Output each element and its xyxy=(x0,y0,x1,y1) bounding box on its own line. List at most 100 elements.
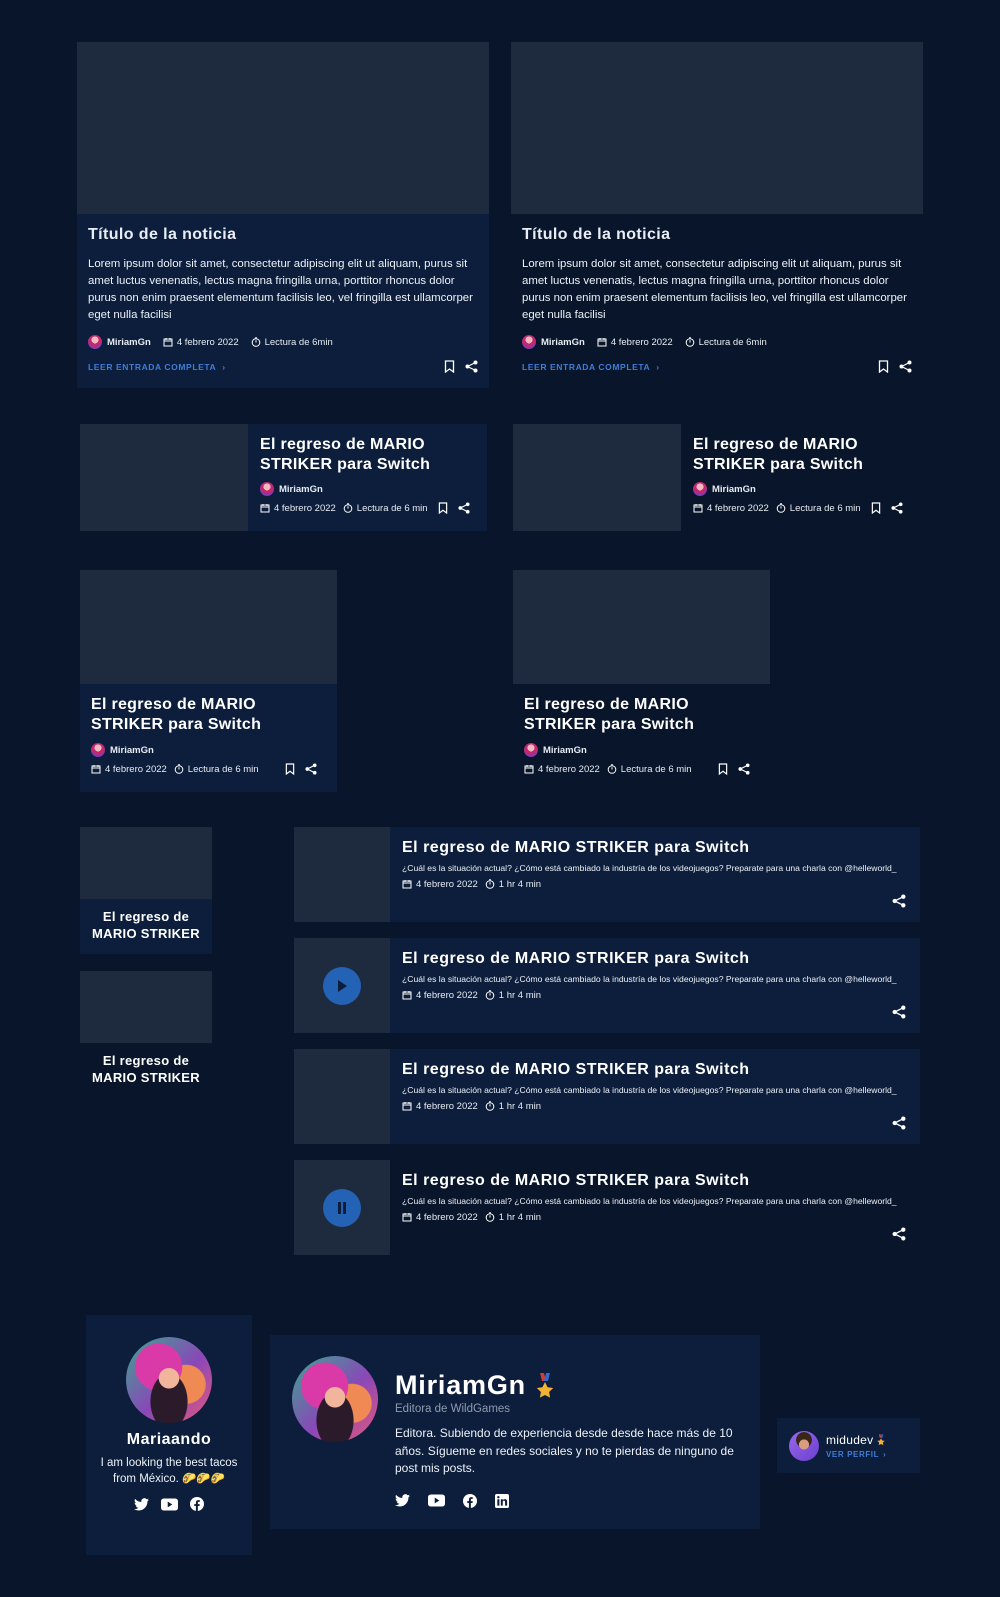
twitter-icon[interactable] xyxy=(395,1494,410,1507)
author-name[interactable]: MiriamGn xyxy=(712,484,756,495)
author-avatar xyxy=(260,482,274,496)
profile-name: Mariaando xyxy=(126,1431,212,1448)
author-name[interactable]: MiriamGn xyxy=(279,484,323,495)
profile-card-small[interactable]: Mariaando I am looking the best tacos fr… xyxy=(86,1315,252,1555)
share-icon[interactable] xyxy=(892,1227,906,1241)
horizontal-card-1[interactable]: El regreso de MARIO STRIKER para Switch … xyxy=(80,424,487,531)
calendar-icon xyxy=(402,1212,412,1222)
avatar xyxy=(789,1430,819,1461)
chevron-right-icon: › xyxy=(883,1449,887,1459)
medal-icon xyxy=(536,1372,554,1399)
calendar-icon xyxy=(260,503,270,513)
row-description: ¿Cuál es la situación actual? ¿Cómo está… xyxy=(402,863,897,873)
podcast-row-2[interactable]: El regreso de MARIO STRIKER para Switch … xyxy=(294,938,920,1033)
author-avatar xyxy=(522,335,536,349)
horizontal-card-2[interactable]: El regreso de MARIO STRIKER para Switch … xyxy=(513,424,920,531)
row-description: ¿Cuál es la situación actual? ¿Cómo está… xyxy=(402,974,897,984)
play-button[interactable] xyxy=(323,966,361,1005)
author-name[interactable]: MiriamGn xyxy=(107,337,151,348)
twitter-icon[interactable] xyxy=(134,1497,149,1511)
calendar-icon xyxy=(402,879,412,889)
profile-bio: Editora. Subiendo de experiencia desde d… xyxy=(395,1426,734,1475)
share-icon[interactable] xyxy=(465,360,478,373)
youtube-icon[interactable] xyxy=(161,1497,178,1511)
chevron-right-icon: › xyxy=(222,361,226,372)
read-time: Lectura de 6min xyxy=(698,336,767,348)
card-image xyxy=(513,424,681,531)
share-icon[interactable] xyxy=(738,763,750,775)
share-icon[interactable] xyxy=(891,502,903,514)
author-name[interactable]: MiriamGn xyxy=(110,745,154,756)
profile-card-mini[interactable]: midudev VER PERFIL › xyxy=(777,1418,920,1473)
post-date: 4 febrero 2022 xyxy=(538,763,600,775)
card-body: Lorem ipsum dolor sit amet, consectetur … xyxy=(522,258,907,321)
podcast-row-1[interactable]: El regreso de MARIO STRIKER para Switch … xyxy=(294,827,920,922)
duration: 1 hr 4 min xyxy=(498,1211,542,1223)
bookmark-icon[interactable] xyxy=(285,763,295,775)
view-profile-link[interactable]: VER PERFIL › xyxy=(826,1450,886,1459)
post-date: 4 febrero 2022 xyxy=(416,1100,478,1112)
small-card-1[interactable]: El regreso de MARIO STRIKER xyxy=(80,827,212,954)
read-more-link[interactable]: LEER ENTRADA COMPLETA › xyxy=(88,362,226,372)
card-title: El regreso de MARIO STRIKER para Switch xyxy=(260,436,431,473)
profile-name: MiriamGn xyxy=(395,1370,526,1400)
share-icon[interactable] xyxy=(305,763,317,775)
post-date: 4 febrero 2022 xyxy=(176,336,239,348)
bookmark-icon[interactable] xyxy=(444,360,455,373)
read-time: Lectura de 6 min xyxy=(620,763,692,775)
profile-card-large[interactable]: MiriamGn Editora de WildGames Editora. S… xyxy=(270,1335,760,1529)
timer-icon xyxy=(485,1101,495,1111)
post-date: 4 febrero 2022 xyxy=(416,878,478,890)
large-card-1[interactable]: Título de la noticia Lorem ipsum dolor s… xyxy=(77,42,489,388)
card-image xyxy=(80,570,337,684)
vertical-card-2[interactable]: El regreso de MARIO STRIKER para Switch … xyxy=(513,570,770,792)
post-date: 4 febrero 2022 xyxy=(707,502,769,514)
bookmark-icon[interactable] xyxy=(718,763,728,775)
youtube-icon[interactable] xyxy=(428,1494,445,1507)
card-image xyxy=(80,827,212,899)
podcast-row-3[interactable]: El regreso de MARIO STRIKER para Switch … xyxy=(294,1049,920,1144)
timer-icon xyxy=(485,990,495,1000)
calendar-icon xyxy=(91,764,101,774)
post-date: 4 febrero 2022 xyxy=(274,502,336,514)
timer-icon xyxy=(776,503,786,513)
row-image xyxy=(294,1160,390,1255)
read-time: Lectura de 6 min xyxy=(789,502,861,514)
large-card-2[interactable]: Título de la noticia Lorem ipsum dolor s… xyxy=(511,42,923,388)
bookmark-icon[interactable] xyxy=(878,360,889,373)
card-title: El regreso de MARIO STRIKER para Switch xyxy=(693,436,864,473)
post-date: 4 febrero 2022 xyxy=(416,1211,478,1223)
play-icon xyxy=(336,979,348,993)
facebook-icon[interactable] xyxy=(190,1497,204,1511)
card-title: El regreso de MARIO STRIKER para Switch xyxy=(524,696,695,733)
facebook-icon[interactable] xyxy=(463,1493,477,1508)
vertical-card-1[interactable]: El regreso de MARIO STRIKER para Switch … xyxy=(80,570,337,792)
card-title: El regreso de MARIO STRIKER xyxy=(92,1053,200,1085)
pause-button[interactable] xyxy=(323,1188,361,1227)
share-icon[interactable] xyxy=(458,502,470,514)
read-time: Lectura de 6 min xyxy=(187,763,259,775)
timer-icon xyxy=(174,764,184,774)
bookmark-icon[interactable] xyxy=(871,502,881,514)
bookmark-icon[interactable] xyxy=(438,502,448,514)
share-icon[interactable] xyxy=(892,1116,906,1130)
row-image xyxy=(294,938,390,1033)
author-name[interactable]: MiriamGn xyxy=(543,745,587,756)
share-icon[interactable] xyxy=(899,360,912,373)
post-date: 4 febrero 2022 xyxy=(610,336,673,348)
post-date: 4 febrero 2022 xyxy=(105,763,167,775)
linkedin-icon[interactable] xyxy=(495,1493,509,1508)
podcast-row-4[interactable]: El regreso de MARIO STRIKER para Switch … xyxy=(294,1160,920,1255)
timer-icon xyxy=(485,1212,495,1222)
author-name[interactable]: MiriamGn xyxy=(541,337,585,348)
card-title: El regreso de MARIO STRIKER xyxy=(92,909,200,941)
medal-icon xyxy=(877,1433,886,1446)
card-image xyxy=(77,42,489,214)
small-card-2[interactable]: El regreso de MARIO STRIKER xyxy=(80,971,212,1098)
calendar-icon xyxy=(402,990,412,1000)
chevron-right-icon: › xyxy=(656,361,660,372)
share-icon[interactable] xyxy=(892,894,906,908)
read-more-link[interactable]: LEER ENTRADA COMPLETA › xyxy=(522,362,660,372)
timer-icon xyxy=(607,764,617,774)
share-icon[interactable] xyxy=(892,1005,906,1019)
